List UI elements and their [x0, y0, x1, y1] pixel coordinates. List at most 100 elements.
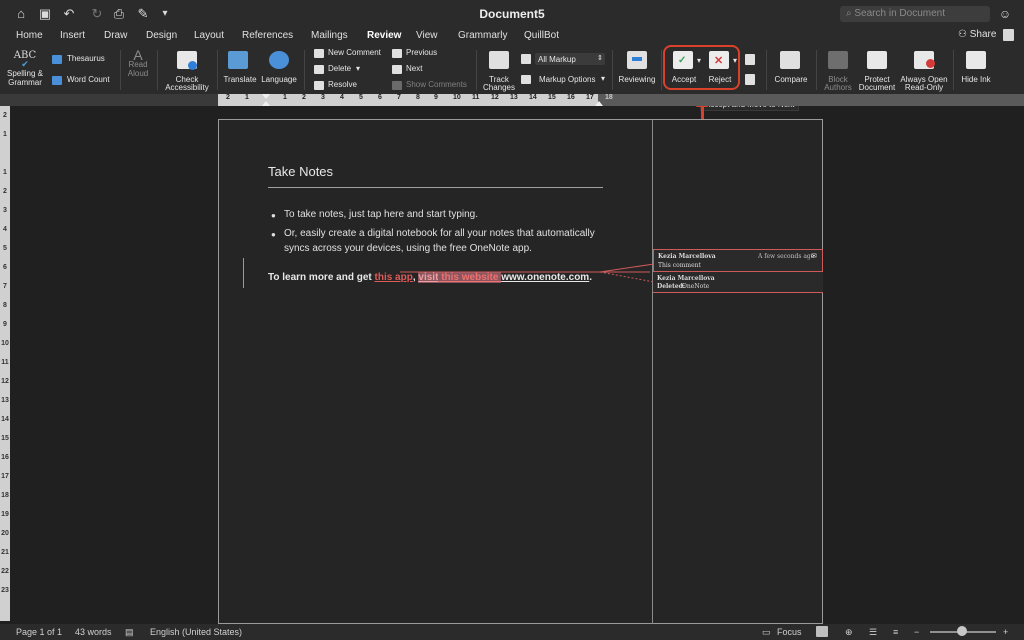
ruler-number: 5 — [3, 245, 7, 252]
hide-ink-button[interactable]: Hide Ink — [958, 51, 994, 91]
protect-document-button[interactable]: Protect Document — [856, 51, 898, 93]
next-change-icon[interactable] — [745, 74, 755, 85]
zoom-out-icon[interactable]: − — [914, 627, 919, 637]
bullet-text-1[interactable]: To take notes, just tap here and start t… — [284, 207, 478, 222]
web-layout-icon[interactable]: ⊕ — [845, 627, 853, 638]
first-line-indent-marker[interactable] — [262, 94, 270, 99]
thesaurus-button[interactable]: Thesaurus — [52, 54, 120, 66]
tab-grammarly[interactable]: Grammarly — [458, 30, 507, 41]
markup-options-icon — [521, 75, 531, 84]
previous-change-icon[interactable] — [745, 54, 755, 65]
compare-button[interactable]: Compare — [770, 51, 812, 91]
draft-view-icon[interactable]: ≡ — [893, 627, 898, 637]
tab-quillbot[interactable]: QuillBot — [524, 30, 559, 41]
tab-mailings[interactable]: Mailings — [311, 30, 348, 41]
ruler-number: 8 — [416, 94, 420, 101]
tab-home[interactable]: Home — [16, 30, 43, 41]
tab-draw[interactable]: Draw — [104, 30, 127, 41]
ruler-number: 15 — [1, 435, 9, 442]
change-bar — [243, 258, 244, 288]
translate-button[interactable]: Translate — [220, 51, 260, 91]
deletion-balloon[interactable]: Kezia Marcellova Deleted: OneNote — [653, 272, 823, 293]
smiley-icon[interactable]: ☺ — [996, 6, 1014, 22]
ruler-number: 15 — [548, 94, 556, 101]
language-status[interactable]: English (United States) — [150, 627, 242, 637]
ruler-number: 12 — [1, 378, 9, 385]
ruler-number: 23 — [1, 587, 9, 594]
tab-insert[interactable]: Insert — [60, 30, 85, 41]
page-count[interactable]: Page 1 of 1 — [16, 627, 62, 637]
next-comment-button[interactable]: Next — [392, 64, 452, 75]
bullet-text-2b[interactable]: syncs across your devices, using the fre… — [284, 241, 532, 256]
comment-text[interactable]: This comment — [658, 262, 701, 269]
previous-comment-button[interactable]: Previous — [392, 48, 452, 59]
outline-view-icon[interactable]: ☰ — [869, 627, 877, 638]
tab-design[interactable]: Design — [146, 30, 177, 41]
reply-icon[interactable]: ✉ — [811, 252, 817, 260]
separator — [217, 50, 218, 90]
ruler-number: 11 — [472, 94, 480, 101]
tab-view[interactable]: View — [416, 30, 438, 41]
check-accessibility-button[interactable]: Check Accessibility — [161, 51, 213, 92]
share-button[interactable]: ⚇ Share — [958, 29, 996, 40]
search-input[interactable]: ⌕ Search in Document — [840, 6, 990, 22]
markup-select[interactable]: All Markup ⇕ — [535, 53, 605, 65]
right-indent-marker[interactable] — [595, 101, 603, 106]
tab-review[interactable]: Review — [367, 30, 401, 41]
bullet-text-2a[interactable]: Or, easily create a digital notebook for… — [284, 226, 595, 241]
chevron-down-icon: ▾ — [601, 74, 606, 83]
ruler-number: 4 — [340, 94, 344, 101]
zoom-in-icon[interactable]: + — [1003, 627, 1008, 637]
bullet-icon: ● — [271, 211, 276, 220]
ruler-number: 6 — [3, 264, 7, 271]
comment-connector — [400, 263, 654, 283]
always-open-read-only-button[interactable]: Always Open Read-Only — [898, 51, 950, 93]
show-comments-label: Show Comments — [406, 80, 467, 89]
search-icon: ⌕ — [846, 8, 852, 19]
document-page[interactable] — [218, 119, 823, 624]
delete-comment-button[interactable]: Delete ▾ — [314, 64, 374, 75]
horizontal-ruler[interactable] — [218, 94, 598, 106]
comments-pane-icon[interactable] — [1003, 29, 1014, 41]
resolve-button[interactable]: Resolve — [314, 80, 374, 91]
spelling-grammar-button[interactable]: ABC ✔ Spelling & Grammar — [5, 51, 45, 91]
new-comment-button[interactable]: New Comment — [314, 48, 386, 59]
spelling-label: Spelling & — [6, 69, 44, 78]
ruler-number: 7 — [3, 283, 7, 290]
spelling-label-2: Grammar — [8, 78, 42, 87]
word-count-button[interactable]: Word Count — [52, 75, 120, 87]
no-edit-badge-icon — [926, 59, 935, 68]
always-open-label-2: Read-Only — [904, 83, 944, 92]
print-layout-icon[interactable] — [816, 626, 828, 637]
thesaurus-label: Thesaurus — [67, 54, 105, 63]
new-comment-label: New Comment — [328, 48, 381, 57]
proofing-icon[interactable]: ▤ — [125, 627, 134, 638]
document-heading[interactable]: Take Notes — [268, 164, 333, 179]
ruler-number: 3 — [321, 94, 325, 101]
ruler-number: 14 — [529, 94, 537, 101]
tab-references[interactable]: References — [242, 30, 293, 41]
ruler-number: 9 — [434, 94, 438, 101]
show-comments-button: Show Comments — [392, 80, 472, 91]
ruler-number: 16 — [567, 94, 575, 101]
separator — [476, 50, 477, 90]
separator — [661, 50, 662, 90]
select-arrows-icon: ⇕ — [597, 55, 603, 62]
tab-layout[interactable]: Layout — [194, 30, 224, 41]
zoom-slider-thumb[interactable] — [957, 626, 967, 636]
track-changes-button[interactable]: Track Changes — [481, 51, 517, 93]
ruler-number: 18 — [605, 94, 613, 101]
ruler-number: 14 — [1, 416, 9, 423]
resolve-label: Resolve — [328, 80, 357, 89]
markup-options-button[interactable]: Markup Options ▾ — [521, 74, 611, 86]
reviewing-pane-button[interactable]: Reviewing — [616, 51, 658, 91]
word-count[interactable]: 43 words — [75, 627, 112, 637]
ruler-number: 13 — [510, 94, 518, 101]
deletion-author: Kezia Marcellova — [657, 275, 715, 282]
language-button[interactable]: Language — [259, 51, 299, 91]
track-changes-icon — [489, 51, 509, 69]
comment-balloon[interactable]: Kezia Marcellova A few seconds ago ✉ Thi… — [653, 249, 823, 272]
hanging-indent-marker[interactable] — [262, 101, 270, 106]
ruler-number: 18 — [1, 492, 9, 499]
focus-button[interactable]: Focus — [777, 627, 802, 637]
